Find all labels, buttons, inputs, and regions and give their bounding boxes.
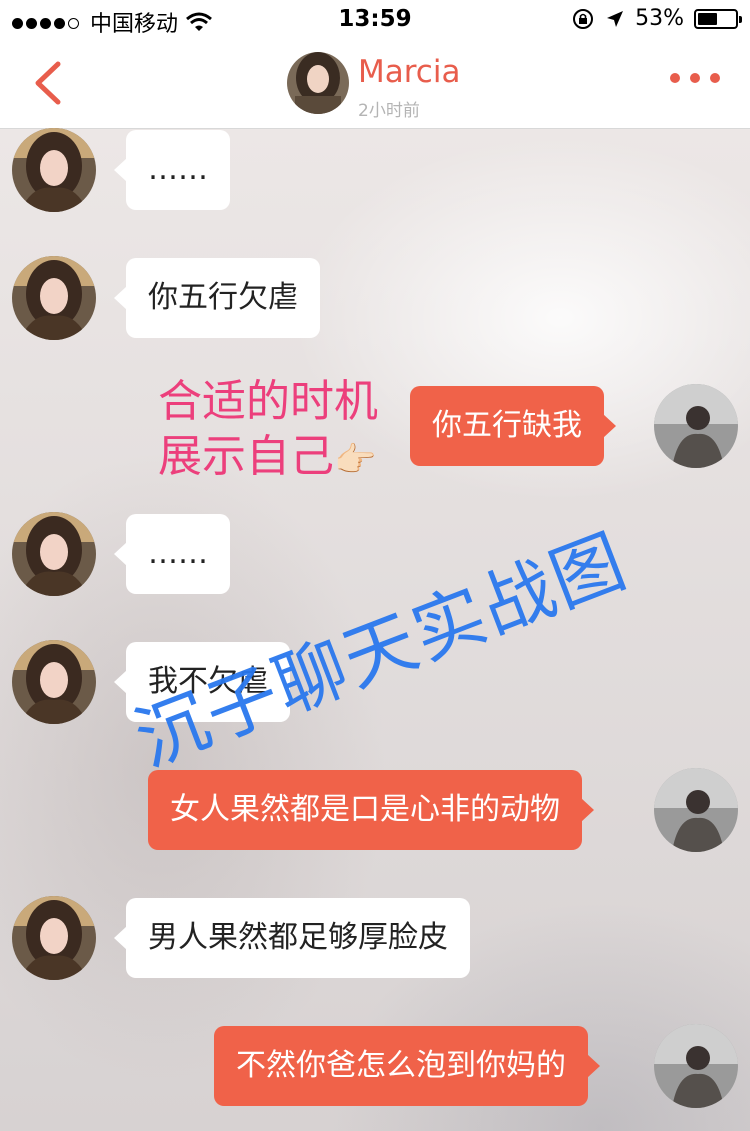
contact-name[interactable]: Marcia [358,54,460,90]
sent-message[interactable]: 女人果然都是口是心非的动物 [148,770,594,850]
rotation-lock-icon [573,8,594,29]
sender-avatar[interactable] [12,512,96,596]
contact-avatar[interactable] [287,52,349,114]
last-seen-label: 2小时前 [358,101,420,121]
back-chevron-icon[interactable] [28,58,68,108]
sent-message[interactable]: 不然你爸怎么泡到你妈的 [214,1026,600,1106]
status-bar: 中国移动 13:59 53% [0,0,750,40]
chat-header: Marcia 2小时前 [0,40,750,129]
received-message[interactable]: …… [114,514,230,594]
more-dots-icon[interactable] [670,73,720,83]
sender-avatar[interactable] [12,256,96,340]
battery-icon [694,8,742,29]
received-message[interactable]: …… [114,130,230,210]
battery-fill [698,12,717,25]
received-message[interactable]: 你五行欠虐 [114,258,320,338]
sender-avatar[interactable] [12,128,96,212]
annotation-line-2: 展示自己 [158,431,334,482]
annotation-text: 合适的时机 展示自己👉🏻 [158,374,378,488]
annotation-line-1: 合适的时机 [158,376,378,427]
received-message[interactable]: 男人果然都足够厚脸皮 [114,898,470,978]
my-avatar[interactable] [654,768,738,852]
pointing-hand-icon: 👉🏻 [334,440,377,480]
sender-avatar[interactable] [12,896,96,980]
sender-avatar[interactable] [12,640,96,724]
my-avatar[interactable] [654,384,738,468]
sent-message[interactable]: 你五行缺我 [410,386,616,466]
location-arrow-icon [607,10,624,27]
battery-percent: 53% [635,6,684,31]
my-avatar[interactable] [654,1024,738,1108]
